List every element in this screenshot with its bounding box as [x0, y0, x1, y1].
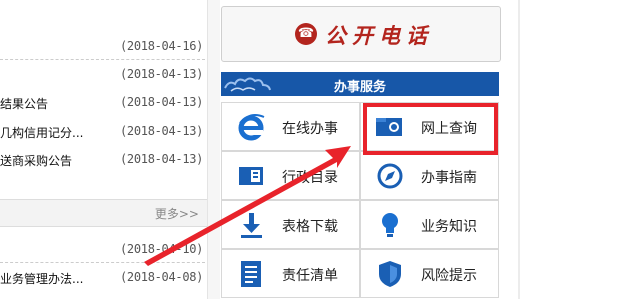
annotation-arrow	[144, 146, 351, 266]
